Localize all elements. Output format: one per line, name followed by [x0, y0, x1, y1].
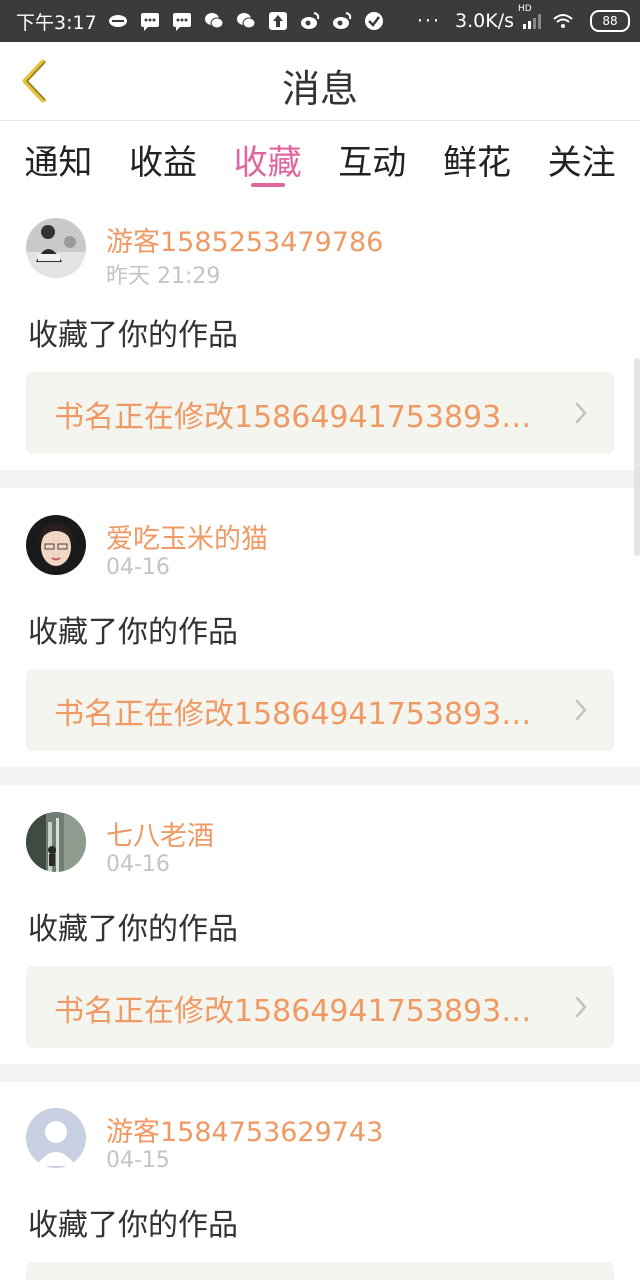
- tab-favorites[interactable]: 收藏: [234, 135, 302, 199]
- battery-icon: 88: [590, 10, 630, 32]
- timestamp: 04-16: [106, 852, 170, 877]
- work-link[interactable]: 书名正在修改15864941753893…: [26, 669, 614, 751]
- avatar[interactable]: [26, 218, 86, 278]
- scrollbar[interactable]: [634, 358, 640, 556]
- message-card: 游客1585253479786 昨天 21:29 收藏了你的作品 书名正在修改1…: [0, 198, 640, 470]
- action-text: 收藏了你的作品: [28, 615, 238, 650]
- chevron-right-icon: [575, 402, 587, 424]
- vpn-icon: [107, 10, 129, 32]
- action-text: 收藏了你的作品: [28, 912, 238, 947]
- username[interactable]: 七八老酒: [106, 814, 214, 853]
- divider: [0, 1064, 640, 1082]
- wechat-icon: [203, 10, 225, 32]
- page-title: 消息: [281, 67, 358, 111]
- chevron-right-icon: [575, 996, 587, 1018]
- username[interactable]: 爱吃玉米的猫: [106, 517, 268, 556]
- timestamp: 昨天 21:29: [106, 264, 221, 289]
- weibo-icon: [299, 10, 321, 32]
- work-link[interactable]: [26, 1262, 614, 1280]
- upload-icon: [267, 10, 289, 32]
- timestamp: 04-16: [106, 555, 170, 580]
- more-dots: ···: [416, 10, 442, 32]
- wechat-icon: [235, 10, 257, 32]
- message-card: 游客1584753629743 04-15 收藏了你的作品: [0, 1088, 640, 1280]
- status-time: 下午3:17: [16, 11, 97, 34]
- check-icon: [363, 10, 385, 32]
- action-text: 收藏了你的作品: [28, 318, 238, 353]
- signal-icon: HD: [518, 4, 542, 32]
- avatar[interactable]: [26, 1108, 86, 1168]
- work-link[interactable]: 书名正在修改15864941753893…: [26, 372, 614, 454]
- tab-interactions[interactable]: 互动: [338, 135, 406, 199]
- work-title: 书名正在修改15864941753893…: [54, 994, 532, 1029]
- wifi-icon: [552, 10, 574, 32]
- chevron-right-icon: [575, 699, 587, 721]
- avatar[interactable]: [26, 515, 86, 575]
- network-speed: 3.0K/s: [455, 10, 514, 32]
- divider: [0, 470, 640, 488]
- message-card: 爱吃玉米的猫 04-16 收藏了你的作品 书名正在修改1586494175389…: [0, 495, 640, 767]
- timestamp: 04-15: [106, 1148, 170, 1173]
- tab-earnings[interactable]: 收益: [129, 135, 197, 199]
- action-text: 收藏了你的作品: [28, 1208, 238, 1243]
- divider: [0, 767, 640, 785]
- message-icon: [139, 10, 161, 32]
- message-icon: [171, 10, 193, 32]
- work-link[interactable]: 书名正在修改15864941753893…: [26, 966, 614, 1048]
- status-bar: 下午3:17 ··· 3.0K/s HD 88: [0, 0, 640, 42]
- network-label: HD: [518, 4, 532, 14]
- message-card: 七八老酒 04-16 收藏了你的作品 书名正在修改15864941753893…: [0, 792, 640, 1064]
- work-title: 书名正在修改15864941753893…: [54, 400, 532, 435]
- title-bar: 消息: [0, 42, 640, 121]
- tab-flowers[interactable]: 鲜花: [443, 135, 511, 199]
- username[interactable]: 游客1584753629743: [106, 1110, 383, 1149]
- tab-notifications[interactable]: 通知: [24, 135, 92, 199]
- tab-bar: 通知 收益 收藏 互动 鲜花 关注: [0, 121, 640, 199]
- tab-follows[interactable]: 关注: [548, 135, 616, 199]
- work-title: 书名正在修改15864941753893…: [54, 697, 532, 732]
- username[interactable]: 游客1585253479786: [106, 220, 383, 259]
- avatar[interactable]: [26, 812, 86, 872]
- weibo-icon: [331, 10, 353, 32]
